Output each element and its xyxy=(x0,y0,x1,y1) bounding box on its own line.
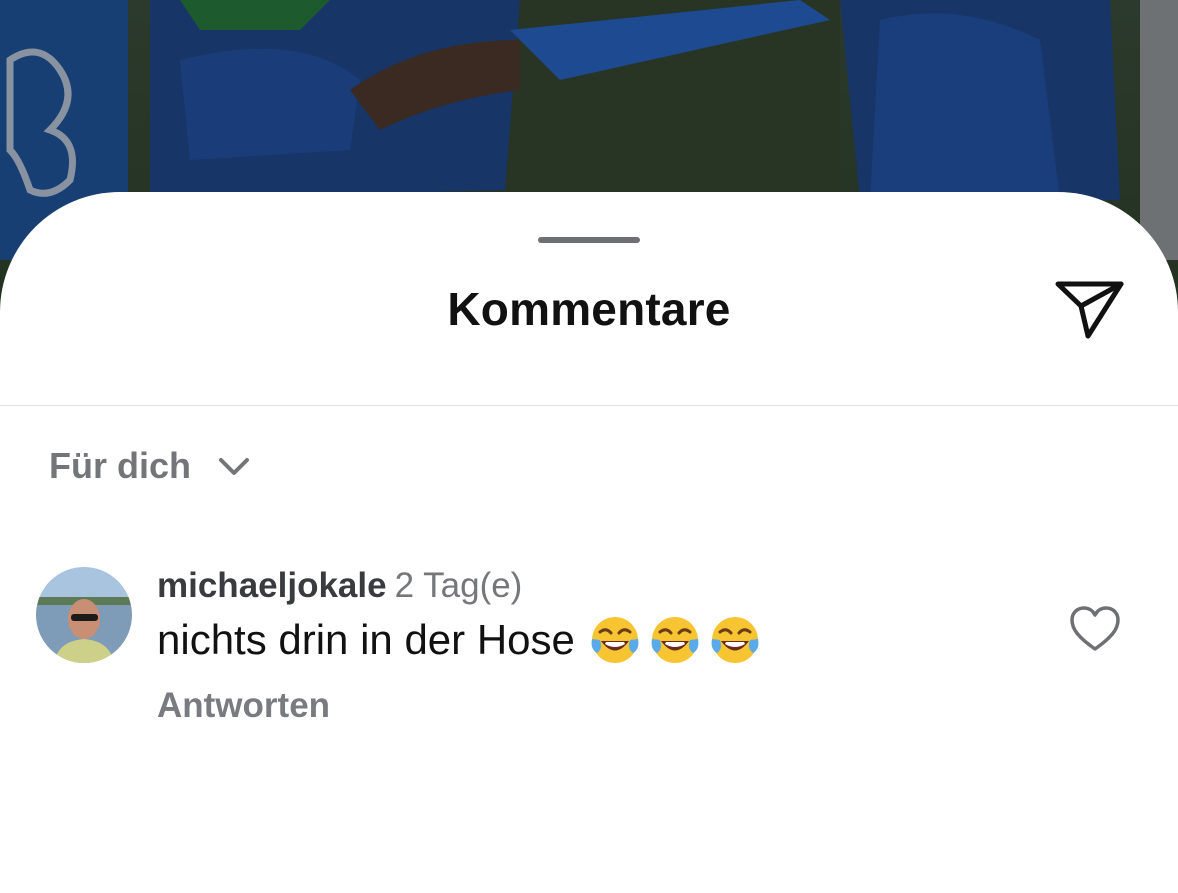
reply-button[interactable]: Antworten xyxy=(157,686,330,726)
sheet-title: Kommentare xyxy=(447,283,731,335)
heart-outline-icon xyxy=(1070,606,1120,651)
sort-dropdown[interactable]: Für dich xyxy=(49,444,251,488)
share-button[interactable] xyxy=(1054,278,1126,342)
chevron-down-icon xyxy=(219,458,249,475)
tears-of-joy-emoji-icon xyxy=(711,617,759,663)
comment-timestamp: 2 Tag(e) xyxy=(394,566,523,605)
comment-item: michaeljokale 2 Tag(e) nichts drin in der… xyxy=(0,564,1178,744)
sort-label: Für dich xyxy=(49,445,191,486)
tears-of-joy-emoji-icon xyxy=(651,617,699,663)
tears-of-joy-emoji-icon xyxy=(591,617,639,663)
avatar[interactable] xyxy=(36,567,132,663)
header-divider xyxy=(0,405,1178,406)
comment-header: michaeljokale 2 Tag(e) xyxy=(157,564,522,608)
sheet-grabber[interactable] xyxy=(538,237,640,243)
like-button[interactable] xyxy=(1068,604,1122,654)
comment-username[interactable]: michaeljokale xyxy=(157,566,387,605)
comments-screen: Kommentare Für dich michaeljokale 2 Tag(… xyxy=(0,0,1178,893)
comment-text: nichts drin in der Hose xyxy=(157,616,575,663)
comments-sheet: Kommentare Für dich michaeljokale 2 Tag(… xyxy=(0,192,1178,893)
paper-plane-icon xyxy=(1055,281,1124,339)
comment-body: nichts drin in der Hose xyxy=(157,614,761,666)
